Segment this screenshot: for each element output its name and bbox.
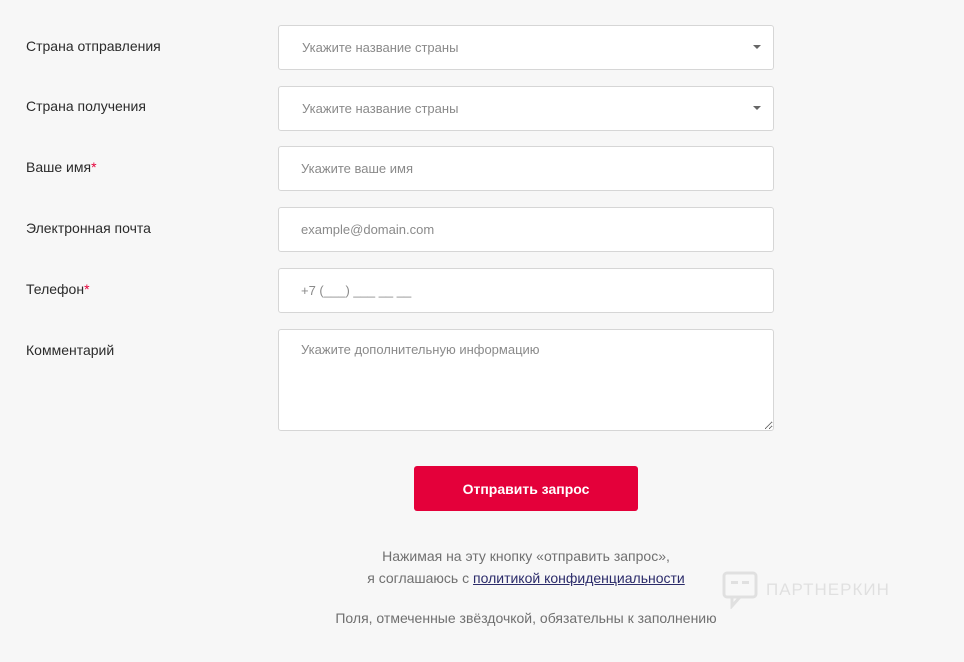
required-asterisk: * <box>91 159 97 175</box>
name-label-text: Ваше имя <box>26 159 92 175</box>
submit-button[interactable]: Отправить запрос <box>414 466 638 511</box>
from-country-label: Страна отправления <box>26 38 161 54</box>
watermark: ПАРТНЕРКИН <box>722 570 890 610</box>
request-form: Страна отправления Укажите название стра… <box>0 0 964 662</box>
phone-input[interactable] <box>278 268 774 313</box>
required-fields-note: Поля, отмеченные звёздочкой, обязательны… <box>335 610 717 626</box>
privacy-policy-link[interactable]: политикой конфиденциальности <box>473 570 685 586</box>
to-country-placeholder: Укажите название страны <box>302 101 459 116</box>
email-label: Электронная почта <box>26 220 151 236</box>
comment-label: Комментарий <box>26 342 115 358</box>
from-country-placeholder: Укажите название страны <box>302 40 459 55</box>
email-input[interactable] <box>278 207 774 252</box>
chat-bubble-icon <box>722 571 758 609</box>
required-asterisk: * <box>84 281 90 297</box>
chevron-down-icon <box>753 45 761 49</box>
chevron-down-icon <box>753 106 761 110</box>
phone-label: Телефон* <box>26 280 90 298</box>
consent-line-1: Нажимая на эту кнопку «отправить запрос»… <box>382 548 670 564</box>
name-label: Ваше имя* <box>26 158 97 176</box>
consent-line-2-text: я соглашаюсь с <box>367 570 474 586</box>
to-country-label: Страна получения <box>26 98 146 114</box>
comment-textarea[interactable] <box>278 329 774 431</box>
name-input[interactable] <box>278 146 774 191</box>
to-country-select[interactable]: Укажите название страны <box>278 86 774 131</box>
from-country-select[interactable]: Укажите название страны <box>278 25 774 70</box>
watermark-text: ПАРТНЕРКИН <box>766 580 890 599</box>
phone-label-text: Телефон <box>26 281 85 297</box>
